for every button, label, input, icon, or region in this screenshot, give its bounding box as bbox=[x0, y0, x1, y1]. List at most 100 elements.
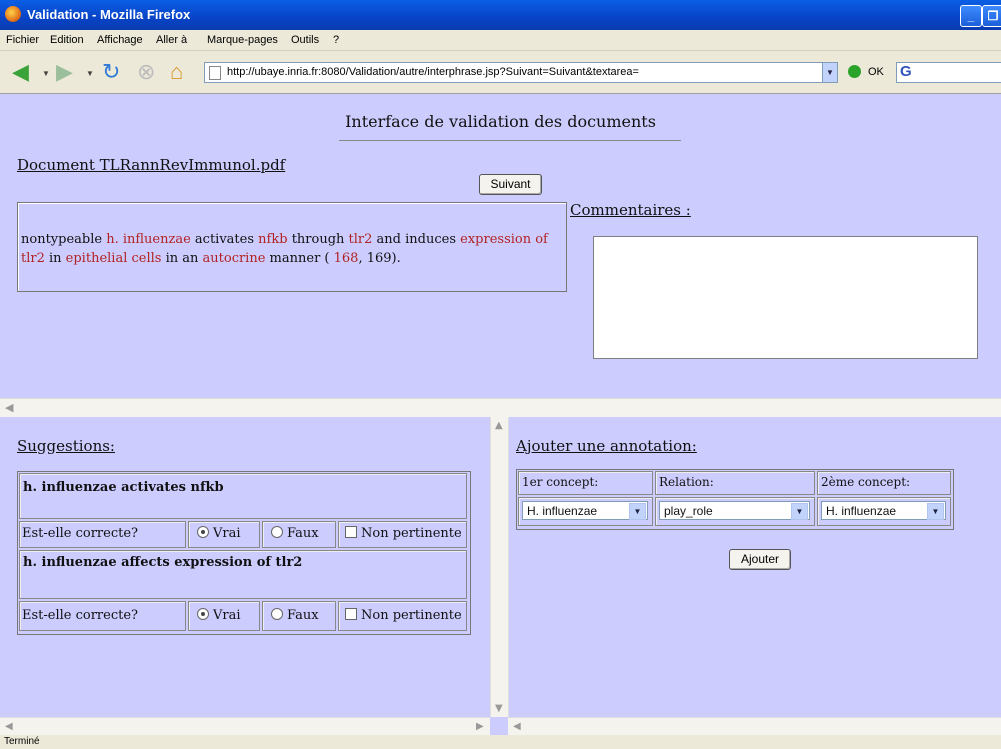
option-np-cell[interactable]: Non pertinente bbox=[338, 521, 467, 548]
concept1-value: H. influenzae bbox=[527, 504, 598, 518]
highlighted-term: nfkb bbox=[258, 232, 288, 247]
scroll-left-icon[interactable]: ◀ bbox=[513, 721, 521, 732]
window-title: Validation - Mozilla Firefox bbox=[27, 7, 191, 22]
back-dropdown-icon[interactable]: ▼ bbox=[42, 69, 50, 78]
minimize-button[interactable]: _ bbox=[960, 5, 982, 27]
radio-vrai-1[interactable] bbox=[197, 526, 209, 538]
vrai-label: Vrai bbox=[213, 526, 241, 541]
chevron-down-icon[interactable]: ▼ bbox=[927, 503, 944, 520]
right-frame-hscrollbar[interactable]: ◀ bbox=[508, 717, 1001, 736]
scroll-down-icon[interactable]: ▼ bbox=[495, 703, 503, 714]
sentence-fragment: in an bbox=[161, 251, 203, 266]
scroll-left-icon[interactable]: ◀ bbox=[5, 401, 13, 414]
scroll-right-icon[interactable]: ▶ bbox=[476, 721, 484, 732]
add-button[interactable]: Ajouter bbox=[729, 549, 791, 570]
forward-icon[interactable]: ▶ bbox=[56, 61, 73, 83]
radio-faux-1[interactable] bbox=[271, 526, 283, 538]
question-label: Est-elle correcte? bbox=[22, 526, 139, 541]
sentence-fragment: in bbox=[44, 251, 66, 266]
sentence-fragment: through bbox=[287, 232, 349, 247]
suggestions-frame: Suggestions: h. influenzae activates nfk… bbox=[0, 417, 490, 717]
concept2-value: H. influenzae bbox=[826, 504, 897, 518]
menu-aller[interactable]: Aller à bbox=[156, 34, 187, 46]
concept2-cell: H. influenzae ▼ bbox=[817, 497, 951, 526]
reload-icon[interactable]: ↻ bbox=[102, 61, 120, 83]
forward-dropdown-icon[interactable]: ▼ bbox=[86, 69, 94, 78]
concept1-header: 1er concept: bbox=[522, 475, 599, 489]
frame-scrollbar[interactable]: ◀ bbox=[0, 398, 1001, 417]
sentence-fragment: and induces bbox=[372, 232, 461, 247]
highlighted-term: epithelial cells bbox=[65, 251, 162, 266]
radio-vrai-2[interactable] bbox=[197, 608, 209, 620]
scroll-left-icon[interactable]: ◀ bbox=[5, 721, 13, 732]
checkbox-np-1[interactable] bbox=[345, 526, 357, 538]
faux-label: Faux bbox=[287, 608, 319, 623]
relation-value: play_role bbox=[664, 504, 713, 518]
top-frame: Interface de validation des documents Do… bbox=[0, 94, 1001, 398]
url-dropdown-icon[interactable]: ▼ bbox=[822, 62, 838, 83]
relation-cell: play_role ▼ bbox=[655, 497, 815, 526]
sentence-fragment: manner ( bbox=[265, 251, 334, 266]
menu-marque-pages[interactable]: Marque-pages bbox=[207, 34, 278, 46]
sentence-text: nontypeable h. influenzae activates nfkb… bbox=[21, 230, 561, 268]
concept2-select[interactable]: H. influenzae ▼ bbox=[821, 501, 946, 520]
document-name: Document TLRannRevImmunol.pdf bbox=[17, 156, 286, 174]
window-title-bar[interactable]: Validation - Mozilla Firefox _ ❐ bbox=[0, 0, 1001, 30]
menu-fichier[interactable]: Fichier bbox=[6, 34, 39, 46]
go-icon[interactable] bbox=[848, 65, 861, 78]
header-concept2: 2ème concept: bbox=[817, 471, 951, 495]
firefox-icon bbox=[5, 6, 21, 22]
radio-faux-2[interactable] bbox=[271, 608, 283, 620]
suggestions-table: h. influenzae activates nfkb Est-elle co… bbox=[17, 471, 471, 635]
annotation-frame: Ajouter une annotation: 1er concept: Rel… bbox=[508, 417, 1001, 717]
option-np-cell[interactable]: Non pertinente bbox=[338, 601, 467, 631]
option-vrai-cell[interactable]: Vrai bbox=[188, 521, 260, 548]
annotation-label: Ajouter une annotation: bbox=[516, 437, 697, 455]
menu-edition[interactable]: Edition bbox=[50, 34, 84, 46]
menu-help[interactable]: ? bbox=[333, 34, 339, 46]
annotation-table: 1er concept: Relation: 2ème concept: H. … bbox=[516, 469, 954, 530]
highlighted-term: h. influenzae bbox=[106, 232, 191, 247]
home-icon[interactable]: ⌂ bbox=[170, 61, 183, 83]
highlighted-term: tlr2 bbox=[348, 232, 373, 247]
option-vrai-cell[interactable]: Vrai bbox=[188, 601, 260, 631]
option-faux-cell[interactable]: Faux bbox=[262, 601, 336, 631]
sentence-fragment: nontypeable bbox=[21, 232, 107, 247]
relation-select[interactable]: play_role ▼ bbox=[659, 501, 810, 520]
url-field[interactable]: http://ubaye.inria.fr:8080/Validation/au… bbox=[204, 62, 836, 83]
question-cell: Est-elle correcte? bbox=[19, 521, 186, 548]
relation-header: Relation: bbox=[659, 475, 714, 489]
chevron-down-icon[interactable]: ▼ bbox=[629, 503, 646, 520]
scroll-up-icon[interactable]: ▲ bbox=[495, 420, 503, 431]
menu-outils[interactable]: Outils bbox=[291, 34, 319, 46]
header-concept1: 1er concept: bbox=[518, 471, 653, 495]
question-cell: Est-elle correcte? bbox=[19, 601, 186, 631]
maximize-button[interactable]: ❐ bbox=[982, 5, 1001, 27]
back-icon[interactable]: ◀ bbox=[12, 61, 29, 83]
url-text: http://ubaye.inria.fr:8080/Validation/au… bbox=[227, 66, 639, 78]
suggestion-2-text: h. influenzae affects expression of tlr2 bbox=[23, 555, 303, 570]
menu-bar: Fichier Edition Affichage Aller à Marque… bbox=[0, 30, 1001, 51]
np-label: Non pertinente bbox=[361, 526, 462, 541]
vertical-scrollbar[interactable]: ▲ ▼ bbox=[490, 417, 509, 717]
option-faux-cell[interactable]: Faux bbox=[262, 521, 336, 548]
chevron-down-icon[interactable]: ▼ bbox=[791, 503, 808, 520]
header-relation: Relation: bbox=[655, 471, 815, 495]
go-label[interactable]: OK bbox=[868, 66, 884, 78]
suggestion-2: h. influenzae affects expression of tlr2 bbox=[19, 550, 467, 599]
sentence-fragment: , 169). bbox=[358, 251, 401, 266]
page-title: Interface de validation des documents bbox=[345, 112, 656, 131]
suggestions-label: Suggestions: bbox=[17, 437, 115, 455]
question-label: Est-elle correcte? bbox=[22, 608, 139, 623]
next-button[interactable]: Suivant bbox=[479, 174, 542, 195]
suggestion-1: h. influenzae activates nfkb bbox=[19, 473, 467, 519]
highlighted-term: autocrine bbox=[202, 251, 266, 266]
comments-textarea[interactable] bbox=[593, 236, 978, 359]
left-frame-hscrollbar[interactable]: ◀ ▶ bbox=[0, 717, 490, 736]
concept1-select[interactable]: H. influenzae ▼ bbox=[522, 501, 648, 520]
menu-affichage[interactable]: Affichage bbox=[97, 34, 143, 46]
checkbox-np-2[interactable] bbox=[345, 608, 357, 620]
stop-icon[interactable]: ⊗ bbox=[137, 61, 155, 83]
search-field[interactable]: G bbox=[896, 62, 1001, 83]
concept1-cell: H. influenzae ▼ bbox=[518, 497, 653, 526]
